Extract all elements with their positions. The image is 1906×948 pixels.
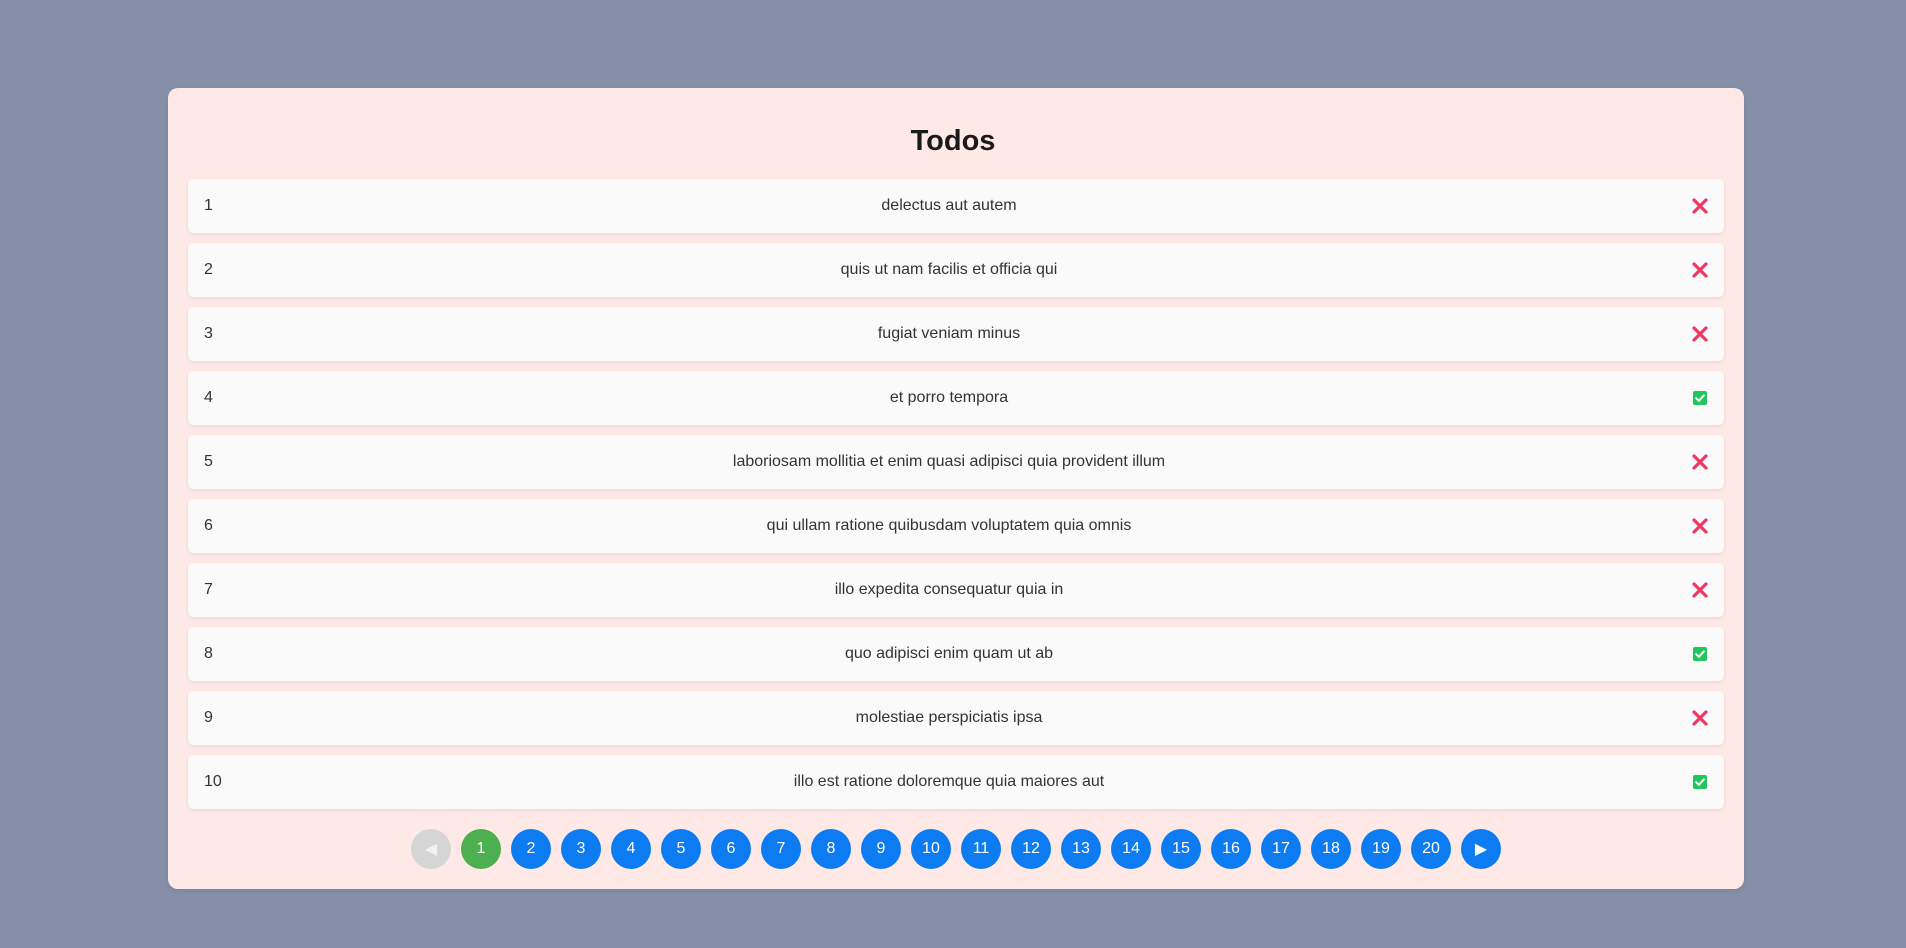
- page-button-11[interactable]: 11: [961, 829, 1001, 869]
- page-button-19[interactable]: 19: [1361, 829, 1401, 869]
- page-button-6[interactable]: 6: [711, 829, 751, 869]
- page-button-7[interactable]: 7: [761, 829, 801, 869]
- page-button-9[interactable]: 9: [861, 829, 901, 869]
- page-button-18[interactable]: 18: [1311, 829, 1351, 869]
- todo-item: 7 illo expedita consequatur quia in: [188, 563, 1724, 617]
- todo-title: fugiat veniam minus: [877, 325, 1021, 342]
- close-icon[interactable]: [1691, 261, 1709, 279]
- page-button-10[interactable]: 10: [911, 829, 951, 869]
- page-button-5[interactable]: 5: [661, 829, 701, 869]
- page-button-20[interactable]: 20: [1411, 829, 1451, 869]
- close-icon[interactable]: [1691, 325, 1709, 343]
- prev-page-button[interactable]: ◀: [411, 829, 451, 869]
- next-page-button[interactable]: ▶: [1461, 829, 1501, 869]
- todo-item: 1 delectus aut autem: [188, 179, 1724, 233]
- checked-checkbox-icon[interactable]: [1691, 389, 1709, 407]
- todo-item: 2 quis ut nam facilis et officia qui: [188, 243, 1724, 297]
- pagination: ◀ 1 2 3 4 5 6 7 8 9 10 11 12 13 14 15 16 17 18 19 20 ▶: [411, 829, 1501, 869]
- close-icon[interactable]: [1691, 581, 1709, 599]
- page-button-16[interactable]: 16: [1211, 829, 1251, 869]
- page-button-3[interactable]: 3: [561, 829, 601, 869]
- todo-title: qui ullam ratione quibusdam voluptatem q…: [766, 517, 1132, 534]
- todo-item: 8 quo adipisci enim quam ut ab: [188, 627, 1724, 681]
- todo-item: 9 molestiae perspiciatis ipsa: [188, 691, 1724, 745]
- checked-checkbox-icon[interactable]: [1691, 645, 1709, 663]
- todo-item: 6 qui ullam ratione quibusdam voluptatem …: [188, 499, 1724, 553]
- todo-title: quo adipisci enim quam ut ab: [844, 645, 1054, 662]
- page-button-17[interactable]: 17: [1261, 829, 1301, 869]
- todo-title: delectus aut autem: [881, 197, 1017, 214]
- todo-title: laboriosam mollitia et enim quasi adipis…: [732, 453, 1166, 470]
- page-button-8[interactable]: 8: [811, 829, 851, 869]
- close-icon[interactable]: [1691, 197, 1709, 215]
- page-button-14[interactable]: 14: [1111, 829, 1151, 869]
- close-icon[interactable]: [1691, 517, 1709, 535]
- todo-list: 1 delectus aut autem 2 quis ut nam facilis …: [188, 179, 1724, 819]
- page-button-1[interactable]: 1: [461, 829, 501, 869]
- todo-item: 10 illo est ratione doloremque quia maior…: [188, 755, 1724, 809]
- close-icon[interactable]: [1691, 453, 1709, 471]
- todo-title: quis ut nam facilis et officia qui: [840, 261, 1058, 278]
- page-button-15[interactable]: 15: [1161, 829, 1201, 869]
- todo-item: 5 laboriosam mollitia et enim quasi adipi…: [188, 435, 1724, 489]
- page-button-4[interactable]: 4: [611, 829, 651, 869]
- page-button-13[interactable]: 13: [1061, 829, 1101, 869]
- page-title: Todos: [910, 125, 996, 157]
- checked-checkbox-icon[interactable]: [1691, 773, 1709, 791]
- page-button-12[interactable]: 12: [1011, 829, 1051, 869]
- todo-title: illo expedita consequatur quia in: [834, 581, 1064, 598]
- todo-title: molestiae perspiciatis ipsa: [855, 709, 1043, 726]
- page-button-2[interactable]: 2: [511, 829, 551, 869]
- close-icon[interactable]: [1691, 709, 1709, 727]
- todo-title: et porro tempora: [889, 389, 1009, 406]
- todo-item: 3 fugiat veniam minus: [188, 307, 1724, 361]
- todo-item: 4 et porro tempora: [188, 371, 1724, 425]
- todo-title: illo est ratione doloremque quia maiores…: [793, 773, 1105, 790]
